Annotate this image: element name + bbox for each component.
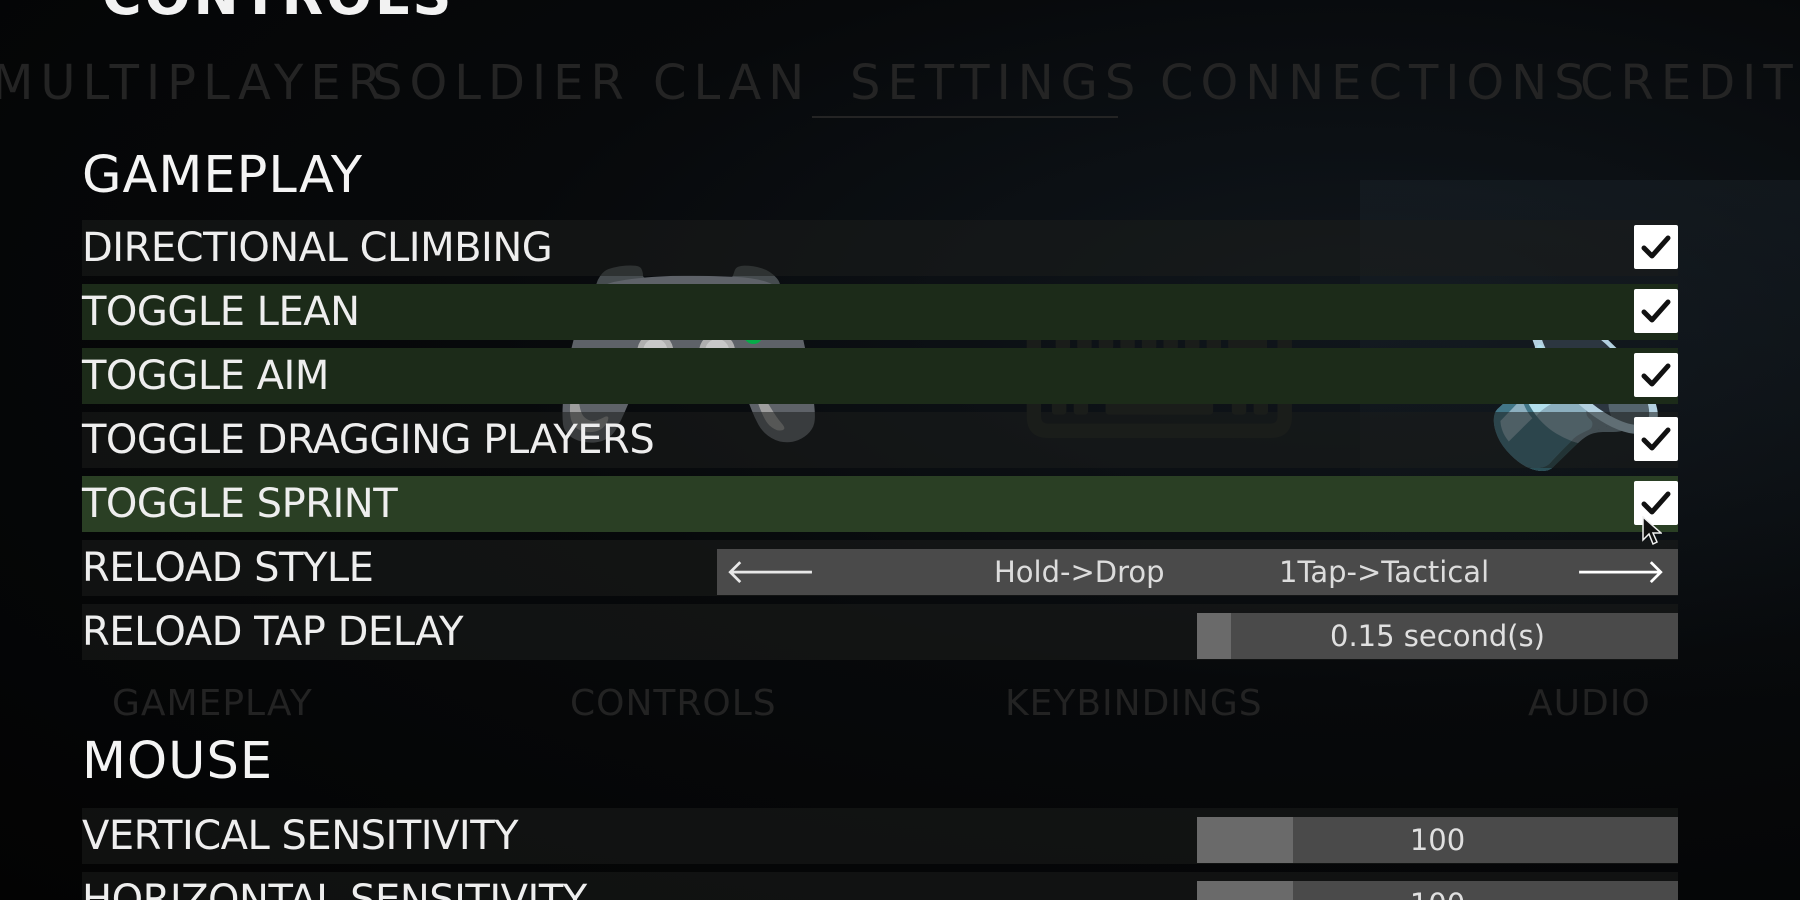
subtab-keybindings[interactable]: KEYBINDINGS bbox=[1005, 676, 1263, 732]
setting-row-toggle-aim[interactable]: TOGGLE AIM bbox=[82, 348, 1678, 404]
slider-value: 0.15 second(s) bbox=[1330, 619, 1545, 653]
horizontal-sensitivity-slider[interactable]: 100 bbox=[1197, 881, 1678, 900]
setting-label: TOGGLE LEAN bbox=[82, 289, 360, 335]
subtab-controls[interactable]: CONTROLS bbox=[570, 676, 777, 732]
checkmark-icon bbox=[1641, 299, 1671, 323]
setting-label: RELOAD TAP DELAY bbox=[82, 609, 464, 655]
right-arrow-icon[interactable]: 🡒 bbox=[1575, 549, 1666, 595]
setting-label: VERTICAL SENSITIVITY bbox=[82, 813, 519, 859]
left-arrow-icon[interactable]: 🡐 bbox=[725, 549, 816, 595]
reload-style-selector[interactable]: 🡐 Hold->Drop 1Tap->Tactical 🡒 bbox=[717, 549, 1678, 595]
tab-soldier[interactable]: SOLDIER bbox=[372, 50, 631, 116]
top-nav: MULTIPLAYER SOLDIER CLAN SETTINGS CONNEC… bbox=[0, 50, 1800, 120]
settings-screen: 🎮 ⌨ 🔈 CONTROLS MULTIPLAYER SOLDIER CLAN … bbox=[0, 0, 1800, 900]
reload-style-option-hold-drop: Hold->Drop bbox=[994, 555, 1165, 589]
vertical-sensitivity-slider[interactable]: 100 bbox=[1197, 817, 1678, 863]
mouse-cursor-icon bbox=[1642, 516, 1662, 546]
setting-row-vertical-sensitivity: VERTICAL SENSITIVITY 100 bbox=[82, 808, 1678, 864]
page-title: CONTROLS bbox=[102, 0, 454, 27]
setting-row-toggle-sprint[interactable]: TOGGLE SPRINT bbox=[82, 476, 1678, 532]
setting-row-reload-style: RELOAD STYLE 🡐 Hold->Drop 1Tap->Tactical… bbox=[82, 540, 1678, 596]
toggle-lean-checkbox[interactable] bbox=[1634, 289, 1678, 333]
section-title-mouse: MOUSE bbox=[82, 732, 274, 791]
setting-label: DIRECTIONAL CLIMBING bbox=[82, 225, 553, 271]
setting-label: RELOAD STYLE bbox=[82, 545, 374, 591]
tab-connections[interactable]: CONNECTIONS bbox=[1160, 50, 1592, 116]
setting-row-toggle-dragging-players[interactable]: TOGGLE DRAGGING PLAYERS bbox=[82, 412, 1678, 468]
checkmark-icon bbox=[1641, 363, 1671, 387]
settings-sub-nav: GAMEPLAY CONTROLS KEYBINDINGS AUDIO bbox=[0, 676, 1800, 732]
toggle-aim-checkbox[interactable] bbox=[1634, 353, 1678, 397]
tab-credits[interactable]: CREDITS bbox=[1580, 50, 1800, 116]
setting-row-toggle-lean[interactable]: TOGGLE LEAN bbox=[82, 284, 1678, 340]
tab-settings[interactable]: SETTINGS bbox=[850, 50, 1142, 116]
setting-row-reload-tap-delay: RELOAD TAP DELAY 0.15 second(s) bbox=[82, 604, 1678, 660]
tab-clan[interactable]: CLAN bbox=[653, 50, 811, 116]
setting-label: TOGGLE DRAGGING PLAYERS bbox=[82, 417, 655, 463]
slider-value: 100 bbox=[1409, 823, 1466, 857]
setting-row-directional-climbing[interactable]: DIRECTIONAL CLIMBING bbox=[82, 220, 1678, 276]
slider-value: 100 bbox=[1197, 881, 1678, 900]
active-tab-underline bbox=[812, 116, 1118, 118]
checkmark-icon bbox=[1641, 235, 1671, 259]
setting-label: HORIZONTAL SENSITIVITY bbox=[82, 877, 587, 900]
setting-label: TOGGLE AIM bbox=[82, 353, 329, 399]
checkmark-icon bbox=[1641, 427, 1671, 451]
reload-tap-delay-slider[interactable]: 0.15 second(s) bbox=[1197, 613, 1678, 659]
directional-climbing-checkbox[interactable] bbox=[1634, 225, 1678, 269]
subtab-audio[interactable]: AUDIO bbox=[1528, 676, 1651, 732]
section-title-gameplay: GAMEPLAY bbox=[82, 146, 364, 205]
setting-row-horizontal-sensitivity: HORIZONTAL SENSITIVITY 100 bbox=[82, 872, 1678, 900]
setting-label: TOGGLE SPRINT bbox=[82, 481, 398, 527]
toggle-dragging-players-checkbox[interactable] bbox=[1634, 417, 1678, 461]
tab-multiplayer[interactable]: MULTIPLAYER bbox=[0, 50, 388, 116]
reload-style-option-tap-tactical: 1Tap->Tactical bbox=[1279, 555, 1490, 589]
subtab-gameplay[interactable]: GAMEPLAY bbox=[112, 676, 313, 732]
checkmark-icon bbox=[1641, 491, 1671, 515]
